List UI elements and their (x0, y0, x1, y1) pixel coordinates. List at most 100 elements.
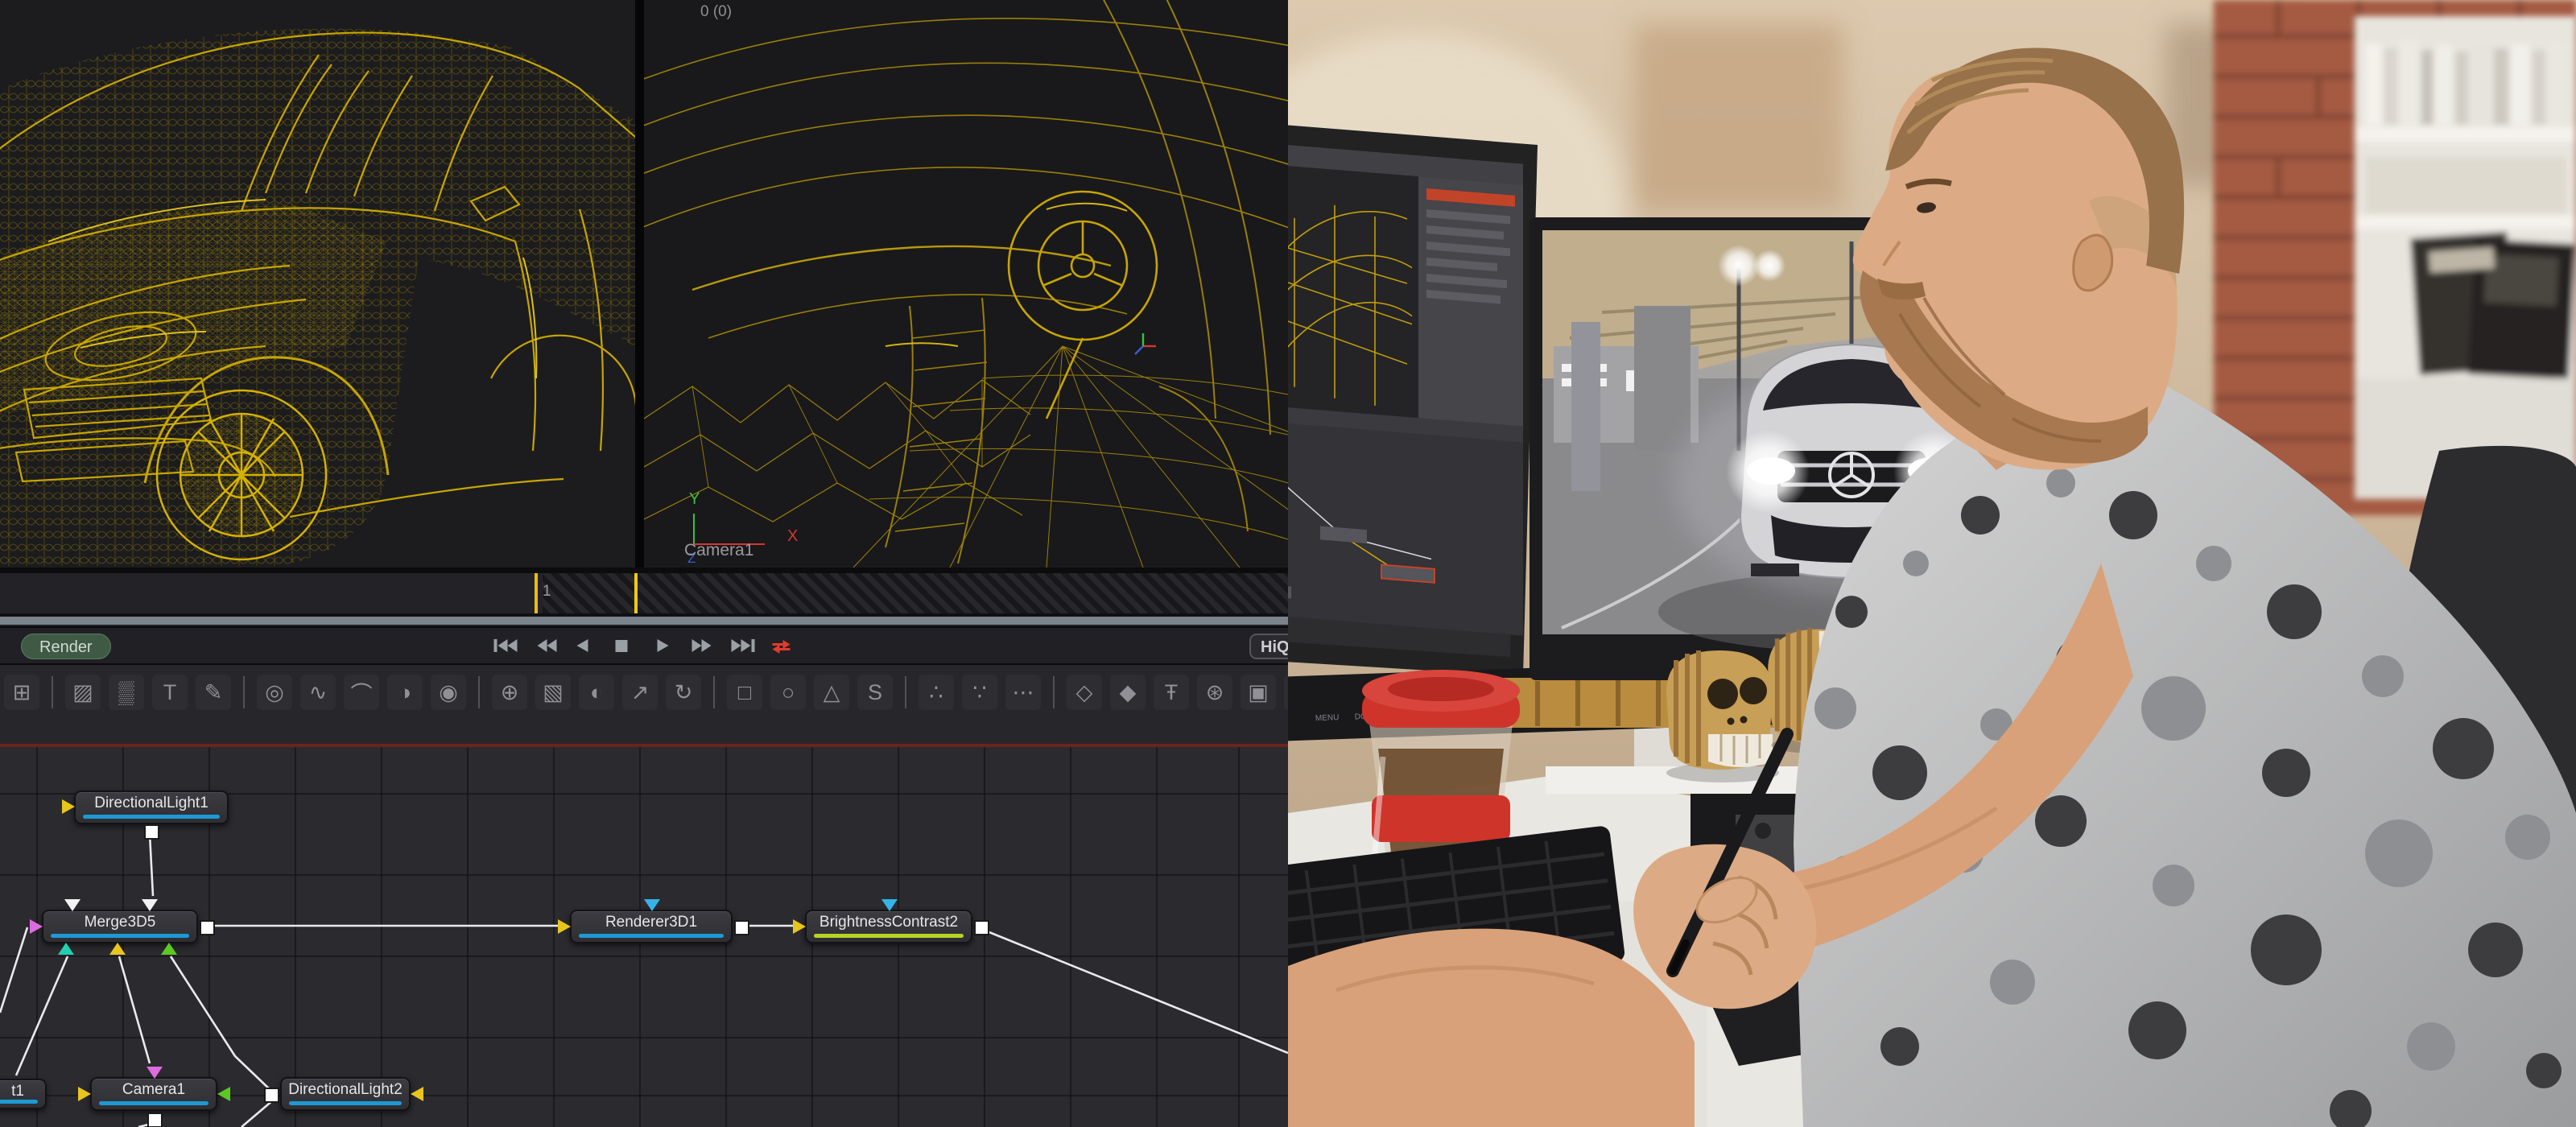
tool-particle-emitter-icon[interactable]: ∴ (919, 675, 954, 710)
tool-dissolve-icon[interactable]: ▧ (535, 675, 571, 710)
node-port-tri-down[interactable] (142, 899, 158, 911)
tool-camera-3d-icon[interactable]: ▣ (1241, 675, 1276, 710)
tool-rectangle-mask-icon[interactable]: □ (727, 675, 762, 710)
tool-paint-icon[interactable]: ✎ (196, 675, 231, 710)
node-port-square[interactable] (147, 1113, 163, 1127)
node-label: Renderer3D1 (605, 914, 697, 931)
tool-shape-3d-icon[interactable]: ◆ (1110, 675, 1146, 710)
node-port-tri-down[interactable] (147, 1067, 163, 1079)
tool-background-icon[interactable]: ▨ (65, 675, 101, 710)
node-port-tri-up[interactable] (58, 943, 74, 955)
office-photo: UltraStudio (1288, 0, 2576, 1127)
node-port-tri-right[interactable] (558, 919, 571, 934)
node-port-tri-right[interactable] (793, 919, 806, 934)
tool-fast-noise-icon[interactable]: ▒ (109, 675, 144, 710)
node-port-square[interactable] (264, 1088, 279, 1103)
viewer-timeline-separator (0, 568, 1288, 573)
timeline-scrollbar[interactable] (0, 617, 1288, 625)
viewer-3d-left[interactable] (0, 0, 635, 568)
loop-button[interactable] (768, 636, 797, 655)
play-reverse-button[interactable] (571, 636, 600, 655)
node-label: DirectionalLight2 (288, 1081, 402, 1099)
node-graph-canvas[interactable]: DirectionalLight1 Merge3D5 Renderer3D1 Brig… (0, 744, 1288, 1127)
tool-bspline-mask-icon[interactable]: S (857, 675, 893, 710)
tool-icon-bar: ⊞▨▒T✎◎∿⌒◑◉⊕▧◐↗↻□○△S∴∵⋯◇◆Ŧ⊛▣☼ (0, 663, 1288, 744)
node-port-square[interactable] (200, 920, 215, 935)
node-brightnesscontrast2[interactable]: BrightnessContrast2 (805, 910, 972, 943)
node-port-tri-right[interactable] (30, 919, 43, 934)
tool-particle-merge-icon[interactable]: ∵ (962, 675, 997, 710)
tool-particle-render-icon[interactable]: ⋯ (1005, 675, 1041, 710)
node-merge3d5[interactable]: Merge3D5 (42, 910, 198, 943)
render-button[interactable]: Render (21, 634, 111, 659)
wireframe-car-exterior (0, 0, 635, 568)
skull-figurine-wood (1666, 650, 1779, 782)
node-renderer3d1[interactable]: Renderer3D1 (570, 910, 733, 943)
tool-merge-icon[interactable]: ⊕ (492, 675, 527, 710)
tool-color-corrector-icon[interactable]: ◉ (431, 675, 466, 710)
node-port-tri-down[interactable] (64, 899, 80, 911)
toolbar-separator (52, 676, 53, 708)
viewer-divider[interactable] (635, 0, 644, 568)
node-type-underline (814, 934, 964, 938)
node-type-underline (83, 815, 220, 819)
node-type-underline (579, 934, 724, 938)
magazines (2410, 232, 2575, 379)
viewer-3d-right[interactable]: 0 (0) Y X Z Camera1 (644, 0, 1288, 568)
node-port-tri-down[interactable] (644, 899, 660, 911)
tool-text-3d-icon[interactable]: Ŧ (1154, 675, 1189, 710)
tool-color-curves-icon[interactable]: ∿ (300, 675, 336, 710)
tool-resize-icon[interactable]: ↗ (622, 675, 658, 710)
node-port-square[interactable] (974, 920, 989, 935)
tool-image-plane-3d-icon[interactable]: ◇ (1067, 675, 1102, 710)
node-port-tri-down[interactable] (881, 899, 898, 911)
tool-blur-icon[interactable]: ◎ (257, 675, 292, 710)
hiq-button[interactable]: HiQ (1249, 634, 1288, 659)
tool-node-tree-icon[interactable]: ⊞ (4, 675, 39, 710)
stop-button[interactable] (610, 636, 639, 655)
tool-ellipse-mask-icon[interactable]: ○ (770, 675, 806, 710)
node-port-square[interactable] (144, 824, 159, 840)
node-port-tri-left[interactable] (411, 1087, 423, 1101)
node-port-tri-left[interactable] (217, 1087, 230, 1101)
node-node-t1[interactable]: t1 (0, 1079, 47, 1109)
steering-wheel (1009, 192, 1157, 419)
node-port-tri-up[interactable] (109, 943, 126, 955)
tool-hue-curves-icon[interactable]: ⌒ (344, 675, 379, 710)
tool-merge-3d-icon[interactable]: ⊛ (1197, 675, 1232, 710)
tool-delta-keyer-icon[interactable]: ◐ (579, 675, 614, 710)
tool-text-icon[interactable]: T (152, 675, 188, 710)
node-port-tri-right[interactable] (78, 1087, 91, 1101)
node-wire (150, 834, 153, 896)
node-wire (16, 956, 68, 1075)
timeline-frame-number: 1 (543, 583, 551, 601)
play-button[interactable] (650, 636, 679, 655)
timeline-range-marker[interactable] (634, 573, 638, 613)
node-label: BrightnessContrast2 (819, 914, 958, 931)
toolbar-separator (713, 676, 715, 708)
timeline-playhead[interactable] (535, 573, 538, 613)
node-port-tri-right[interactable] (62, 799, 75, 814)
skip-to-end-button[interactable] (729, 636, 758, 655)
node-label: Camera1 (122, 1081, 185, 1099)
mini-axis-marker (1135, 333, 1156, 354)
timeline-ruler[interactable]: 1 (0, 573, 1288, 613)
node-wire (171, 956, 272, 1092)
node-type-underline (0, 1100, 38, 1104)
tool-transform-icon[interactable]: ↻ (666, 675, 701, 710)
node-label: Merge3D5 (85, 914, 156, 931)
transport-bar: Render HiQ (0, 626, 1288, 665)
tool-brightness-contrast-icon[interactable]: ◑ (387, 675, 423, 710)
node-directionallight1[interactable]: DirectionalLight1 (74, 791, 229, 824)
skip-to-start-button[interactable] (492, 636, 521, 655)
fast-rewind-button[interactable] (531, 636, 560, 655)
axis-y-label: Y (689, 490, 700, 508)
node-label: t1 (11, 1083, 24, 1100)
tool-polygon-mask-icon[interactable]: △ (814, 675, 849, 710)
node-port-square[interactable] (734, 920, 749, 935)
node-camera1[interactable]: Camera1 (90, 1077, 217, 1111)
fast-forward-button[interactable] (689, 636, 718, 655)
node-port-tri-up[interactable] (161, 943, 177, 955)
node-type-underline (289, 1101, 402, 1105)
node-directionallight2[interactable]: DirectionalLight2 (280, 1077, 411, 1111)
